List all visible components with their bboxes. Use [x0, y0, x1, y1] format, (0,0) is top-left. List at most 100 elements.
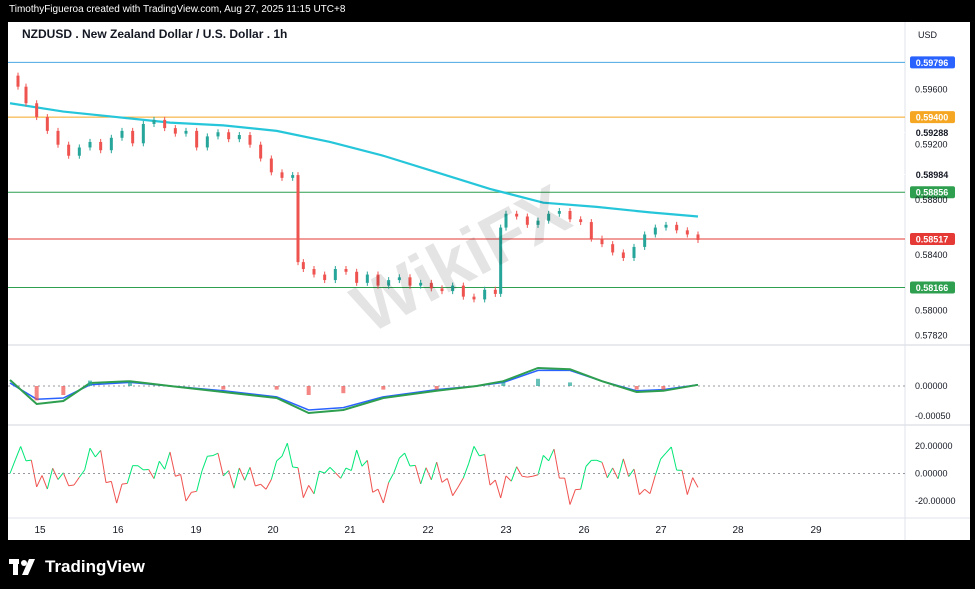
candle-body [16, 75, 20, 87]
macd-hist-bar [501, 382, 506, 386]
osc-tick: 0.00000 [915, 469, 948, 479]
macd-hist-bar [306, 386, 311, 395]
candle-body [472, 296, 476, 300]
macd-hist-bar [661, 386, 666, 390]
x-tick: 19 [190, 525, 202, 536]
candle-body [237, 135, 241, 140]
chart-title: NZDUSD . New Zealand Dollar / U.S. Dolla… [22, 27, 287, 41]
candle-body [296, 175, 300, 263]
osc-tick: 20.00000 [915, 441, 953, 451]
candle-body [248, 135, 252, 145]
candle-body [259, 144, 263, 159]
macd-hist-bar [88, 380, 92, 386]
trading-chart[interactable]: 0.597960.594000.592880.589840.588560.585… [0, 0, 975, 589]
level-label: 0.58984 [916, 170, 949, 180]
candle-body [323, 274, 327, 281]
candle-body [291, 175, 295, 178]
candle-body [99, 141, 103, 151]
macd-hist-bar [536, 378, 540, 386]
macd-hist-bar [128, 382, 132, 386]
candle-body [664, 224, 668, 228]
candle-body [24, 86, 28, 104]
candle-body [643, 234, 647, 247]
level-label: 0.59288 [916, 128, 949, 138]
macd-hist-bar [634, 386, 639, 390]
candle-body [589, 222, 593, 239]
price-tick: 0.58400 [915, 250, 948, 260]
macd-tick: -0.00050 [915, 411, 951, 421]
candle-body [120, 130, 124, 138]
currency-label: USD [918, 30, 938, 40]
macd-hist-bar [61, 386, 66, 395]
candle-body [675, 224, 679, 231]
candle-body [280, 172, 284, 178]
macd-hist-bar [381, 386, 386, 390]
candle-body [77, 147, 81, 156]
candle-body [227, 132, 231, 140]
candle-body [131, 130, 135, 144]
candle-body [333, 269, 337, 281]
candle-body [141, 123, 145, 144]
candle-body [205, 136, 209, 148]
candle-body [269, 158, 273, 173]
candle-body [56, 130, 60, 145]
candle-body [685, 230, 689, 235]
osc-segment [207, 455, 213, 457]
osc-tick: -20.00000 [915, 496, 956, 506]
price-tick: 0.57820 [915, 330, 948, 340]
level-label: 0.59400 [916, 113, 949, 123]
candle-body [611, 244, 615, 253]
candle-body [152, 119, 156, 124]
level-label: 0.58166 [916, 283, 949, 293]
x-tick: 16 [112, 525, 124, 536]
x-tick: 23 [500, 525, 512, 536]
candle-body [35, 103, 39, 118]
price-tick: 0.59200 [915, 140, 948, 150]
osc-segment [409, 464, 416, 467]
candle-body [216, 132, 220, 137]
x-tick: 22 [422, 525, 434, 536]
candle-body [301, 262, 305, 270]
chart-frame: TimothyFigueroa created with TradingView… [0, 0, 975, 589]
candle-body [45, 117, 49, 131]
candle-body [653, 227, 657, 235]
x-tick: 21 [344, 525, 356, 536]
candle-body [579, 219, 583, 223]
candle-body [344, 269, 348, 272]
macd-hist-bar [434, 386, 439, 390]
candle-body [163, 119, 167, 129]
macd-hist-bar [568, 382, 572, 386]
candle-body [632, 246, 636, 258]
candle-body [483, 289, 487, 300]
candle-body [88, 141, 92, 148]
x-tick: 15 [34, 525, 46, 536]
candle-body [67, 144, 71, 156]
macd-hist-bar [221, 386, 226, 390]
price-tick: 0.58800 [915, 195, 948, 205]
price-tick: 0.59600 [915, 84, 948, 94]
brand-name: TradingView [45, 557, 145, 576]
candle-body [493, 289, 497, 294]
x-tick: 26 [578, 525, 590, 536]
macd-hist-bar [274, 386, 279, 390]
macd-tick: 0.00000 [915, 381, 948, 391]
tradingview-logo-icon [9, 559, 35, 575]
macd-hist-bar [34, 386, 39, 401]
x-tick: 20 [267, 525, 279, 536]
osc-segment [292, 466, 299, 469]
candle-body [696, 234, 700, 241]
level-label: 0.58517 [916, 235, 949, 245]
candle-body [173, 128, 177, 134]
x-tick: 28 [732, 525, 744, 536]
candle-body [184, 130, 188, 134]
price-tick: 0.58000 [915, 305, 948, 315]
candle-body [621, 252, 625, 258]
macd-hist-bar [341, 386, 346, 394]
x-tick: 27 [655, 525, 667, 536]
tradingview-brand: TradingView [9, 557, 145, 577]
x-tick: 29 [810, 525, 822, 536]
level-label: 0.59796 [916, 58, 949, 68]
candle-body [109, 137, 113, 151]
candle-body [312, 269, 316, 275]
candle-body [600, 238, 604, 245]
